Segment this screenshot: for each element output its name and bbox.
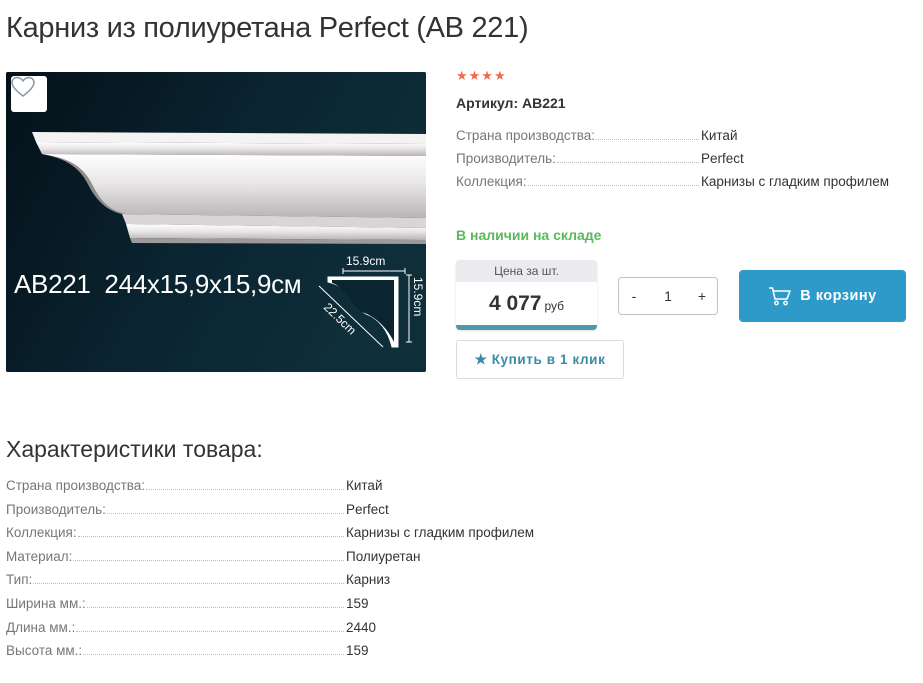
char-label: Высота мм.: xyxy=(6,643,83,659)
table-row: Коллекция: Карнизы с гладким профилем xyxy=(6,525,606,549)
price-currency: руб xyxy=(544,299,565,313)
spec-row: Страна производства: Китай xyxy=(456,128,906,151)
spec-label: Страна производства: xyxy=(456,128,596,143)
char-value: Китай xyxy=(346,478,383,493)
summary-specs: Страна производства: Китай Производитель… xyxy=(456,128,906,197)
table-row: Высота мм.: 159 xyxy=(6,643,606,667)
price-box: Цена за шт. 4 077 руб xyxy=(456,260,597,330)
char-value: Полиуретан xyxy=(346,548,421,564)
char-label: Производитель: xyxy=(6,501,106,517)
spec-row: Производитель: Perfect xyxy=(456,151,906,174)
quantity-stepper[interactable]: - + xyxy=(618,277,718,315)
cornice-illustration: 15.9cm 15.9cm 22.5cm xyxy=(6,72,426,372)
add-to-cart-label: В корзину xyxy=(800,288,877,304)
table-row: Длина мм.: 2440 xyxy=(6,620,606,644)
char-value: 2440 xyxy=(346,619,377,635)
char-label: Тип: xyxy=(6,572,33,588)
add-to-cart-button[interactable]: В корзину xyxy=(739,270,906,322)
product-image[interactable]: 15.9cm 15.9cm 22.5cm AB221 244x15,9x15,9… xyxy=(6,72,426,372)
favorite-button[interactable] xyxy=(11,76,47,112)
heart-icon xyxy=(11,76,35,97)
dimension-top: 15.9cm xyxy=(346,254,385,268)
price-accent-bar xyxy=(456,325,597,330)
char-label: Коллекция: xyxy=(6,525,77,541)
buy-one-click-label: Купить в 1 клик xyxy=(491,352,606,367)
stock-status: В наличии на складе xyxy=(456,227,602,243)
product-title: Карниз из полиуретана Perfect (AB 221) xyxy=(6,12,529,44)
image-caption: AB221 244x15,9x15,9см xyxy=(14,269,302,299)
table-row: Страна производства: Китай xyxy=(6,478,606,502)
table-row: Материал: Полиуретан xyxy=(6,549,606,573)
buy-one-click-button[interactable]: ★ Купить в 1 клик xyxy=(456,340,624,379)
char-label: Длина мм.: xyxy=(6,619,76,635)
quantity-decrement-button[interactable]: - xyxy=(619,288,649,304)
spec-value: Perfect xyxy=(701,151,744,166)
char-value: Карнизы с гладким профилем xyxy=(346,525,535,541)
spec-value: Карнизы с гладким профилем xyxy=(701,174,890,189)
quantity-input[interactable] xyxy=(649,287,687,305)
price-value: 4 077 xyxy=(488,292,542,315)
char-value: 159 xyxy=(346,643,369,659)
characteristics-table: Страна производства: Китай Производитель… xyxy=(6,478,606,667)
spec-label: Коллекция: xyxy=(456,174,527,189)
rating-stars: ★★★★ xyxy=(456,68,507,83)
star-icon: ★ xyxy=(474,351,488,367)
char-label: Материал: xyxy=(6,548,73,564)
quantity-increment-button[interactable]: + xyxy=(687,288,717,304)
char-label: Ширина мм.: xyxy=(6,595,86,611)
spec-value: Китай xyxy=(701,128,738,143)
table-row: Тип: Карниз xyxy=(6,572,606,596)
dimension-right: 15.9cm xyxy=(411,277,425,316)
char-label: Страна производства: xyxy=(6,478,146,493)
price-label: Цена за шт. xyxy=(456,260,597,282)
sku: Артикул: AB221 xyxy=(456,95,566,111)
char-value: Карниз xyxy=(346,572,391,588)
char-value: Perfect xyxy=(346,501,389,517)
table-row: Производитель: Perfect xyxy=(6,502,606,526)
cart-icon xyxy=(769,287,792,306)
spec-label: Производитель: xyxy=(456,151,556,166)
char-value: 159 xyxy=(346,595,369,611)
spec-row: Коллекция: Карнизы с гладким профилем xyxy=(456,174,906,197)
table-row: Ширина мм.: 159 xyxy=(6,596,606,620)
characteristics-title: Характеристики товара: xyxy=(6,436,263,462)
